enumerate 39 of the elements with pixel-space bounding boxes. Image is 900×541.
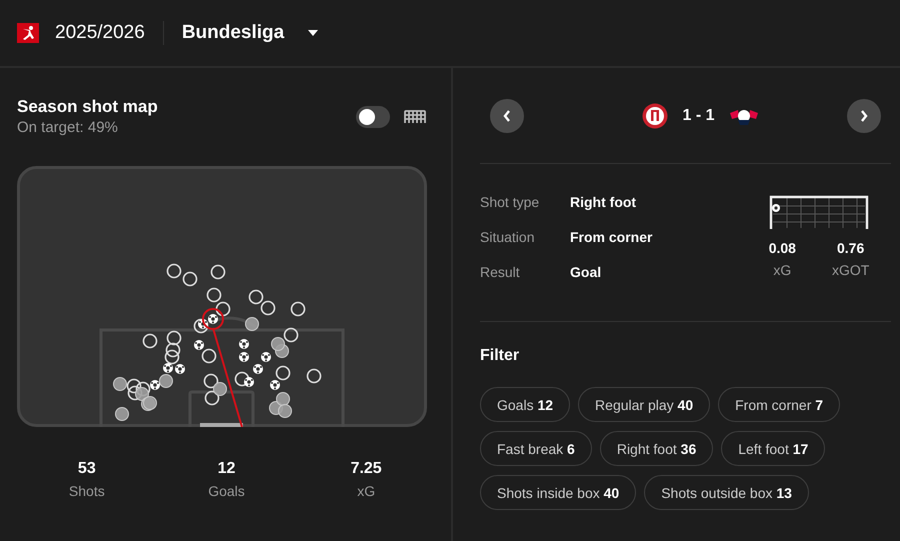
league-selector[interactable]: Bundesliga (182, 22, 284, 44)
detail-value: Right foot (570, 194, 636, 212)
detail-label: Shot type (480, 194, 540, 212)
detail-value: Goal (570, 264, 602, 282)
filter-chip[interactable]: Goals 12 (480, 387, 570, 422)
detail-value: From corner (570, 229, 652, 247)
filter-chip[interactable]: Shots outside box 13 (644, 475, 809, 510)
stat-value: 7.25 (350, 460, 382, 478)
detail-label: Result (480, 264, 521, 282)
metric-label: xGOT (832, 262, 870, 278)
stat-label: xG (357, 483, 376, 499)
toggle-switch[interactable] (356, 106, 390, 128)
filter-chip[interactable]: Shots inside box 40 (480, 475, 636, 510)
previous-button[interactable] (490, 98, 524, 132)
goal-net-icon[interactable] (404, 110, 426, 124)
stat-label: Goals (208, 483, 245, 499)
stat-value: 53 (78, 460, 96, 478)
stat-value: 12 (218, 460, 236, 478)
chevron-left-icon[interactable] (503, 110, 511, 122)
filter-title: Filter (480, 347, 520, 365)
shot-map-title: Season shot map (17, 97, 159, 117)
filter-chip[interactable]: Fast break 6 (480, 431, 592, 466)
match-score: 1 - 1 (682, 106, 714, 124)
chevron-right-icon[interactable] (860, 110, 868, 122)
stat-label: Shots (68, 483, 105, 499)
filter-chip[interactable]: Right foot 36 (600, 431, 714, 466)
metric-label: xG (773, 262, 792, 278)
filter-chip[interactable]: Regular play 40 (578, 387, 710, 422)
detail-label: Situation (480, 229, 536, 247)
metric-value: 0.76 (837, 240, 864, 256)
season-label[interactable]: 2025/2026 (55, 22, 145, 44)
caret-icon[interactable] (308, 30, 318, 36)
next-button[interactable] (846, 98, 881, 132)
metric-value: 0.08 (768, 240, 796, 256)
home-crest-icon (642, 102, 668, 128)
on-target-label: On target: 49% (17, 119, 119, 136)
league-logo-icon (17, 23, 39, 43)
filter-chip[interactable]: Left foot 17 (721, 431, 826, 466)
filter-chip[interactable]: From corner 7 (718, 387, 840, 422)
